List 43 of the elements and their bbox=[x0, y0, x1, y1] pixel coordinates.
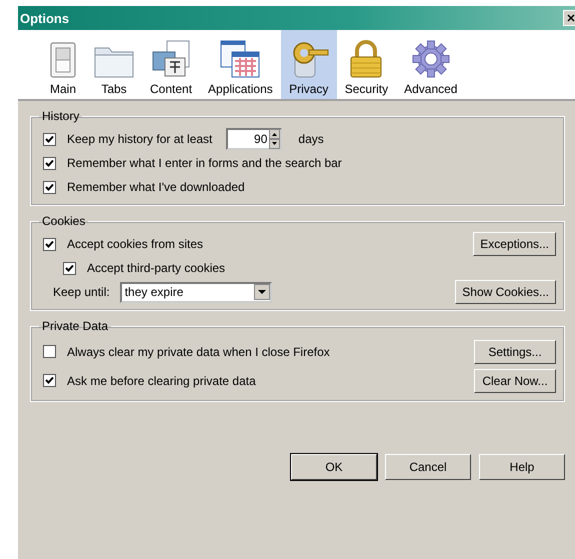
checkbox[interactable] bbox=[43, 238, 56, 250]
checkbox[interactable] bbox=[63, 262, 76, 274]
dialog-button[interactable]: Help bbox=[479, 454, 565, 480]
private-data-button[interactable]: Clear Now... bbox=[474, 368, 556, 392]
pane-tab[interactable]: Content bbox=[142, 30, 200, 99]
private-data-button[interactable]: Settings... bbox=[474, 340, 556, 364]
pane-tab[interactable]: Security bbox=[336, 30, 396, 99]
checkbox-label: Accept cookies from sites bbox=[67, 237, 204, 251]
window-title: Options bbox=[20, 10, 70, 26]
show-cookies-button[interactable]: Show Cookies... bbox=[455, 280, 556, 304]
checkbox[interactable] bbox=[43, 374, 56, 387]
windows-icon bbox=[220, 40, 260, 78]
pane-tab[interactable]: Tabs bbox=[86, 30, 142, 99]
close-icon[interactable] bbox=[563, 10, 575, 26]
pane-tab[interactable]: Privacy bbox=[280, 30, 337, 99]
checkbox[interactable] bbox=[43, 345, 56, 358]
pane-tab[interactable]: Advanced bbox=[396, 30, 466, 99]
checkbox-label: Keep my history for at least bbox=[67, 132, 212, 146]
checkbox-label: Always clear my private data when I close Firefox bbox=[67, 344, 330, 358]
group-title: History bbox=[41, 109, 80, 123]
checkbox-label: Ask me before clearing private data bbox=[67, 374, 256, 388]
unit-label: days bbox=[298, 132, 324, 146]
gear-icon bbox=[412, 40, 450, 78]
documents-icon bbox=[151, 40, 192, 78]
checkbox-label: Remember what I've downloaded bbox=[67, 180, 245, 194]
group-title: Cookies bbox=[41, 214, 86, 228]
pane-tab[interactable]: Main bbox=[40, 30, 86, 99]
checkbox[interactable] bbox=[43, 180, 56, 194]
pane-tab[interactable]: Applications bbox=[200, 30, 281, 99]
spin-arrows-icon[interactable] bbox=[269, 129, 280, 149]
checkbox-label: Accept third-party cookies bbox=[87, 261, 226, 275]
exceptions-button[interactable]: Exceptions... bbox=[473, 232, 556, 256]
group-title: Private Data bbox=[41, 319, 110, 333]
keep-until-dropdown[interactable]: they expire bbox=[120, 282, 272, 302]
checkbox-label: Remember what I enter in forms and the search bar bbox=[67, 156, 342, 170]
light-switch-icon bbox=[48, 42, 78, 78]
number-spinner[interactable]: 90 bbox=[226, 128, 282, 150]
checkbox[interactable] bbox=[43, 132, 56, 146]
padlock-icon bbox=[348, 40, 384, 78]
dropdown-label: Keep until: bbox=[53, 285, 110, 299]
dialog-button[interactable]: Cancel bbox=[385, 454, 471, 480]
dialog-button[interactable]: OK bbox=[291, 454, 377, 480]
checkbox[interactable] bbox=[43, 156, 56, 170]
